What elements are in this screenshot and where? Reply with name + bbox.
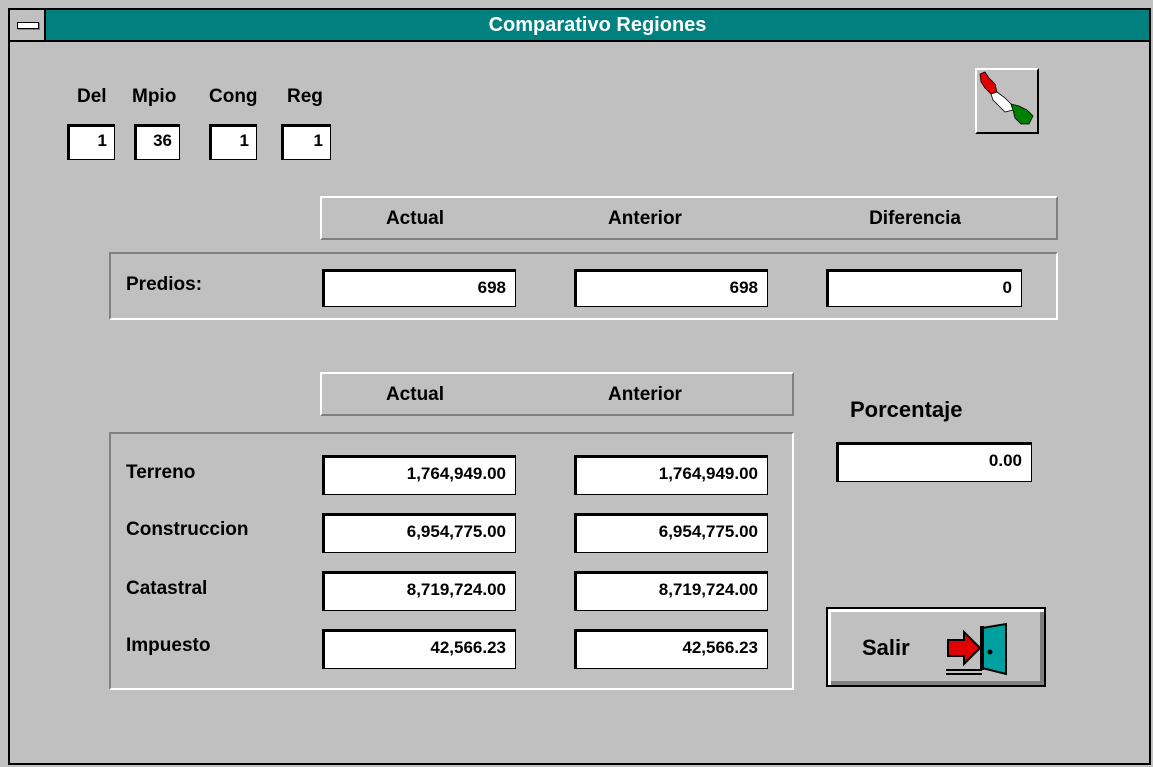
predios-diferencia-field[interactable]: 0 — [826, 269, 1022, 307]
terreno-actual-field[interactable]: 1,764,949.00 — [322, 455, 516, 495]
construccion-actual-field[interactable]: 6,954,775.00 — [322, 513, 516, 553]
catastral-actual-field[interactable]: 8,719,724.00 — [322, 571, 516, 611]
cong-label: Cong — [209, 86, 258, 107]
mpio-field[interactable]: 36 — [134, 124, 180, 160]
salir-button[interactable]: Salir — [826, 607, 1046, 687]
catastral-label: Catastral — [126, 578, 208, 599]
del-label: Del — [77, 86, 107, 107]
mpio-label: Mpio — [132, 86, 177, 107]
porcentaje-field[interactable]: 0.00 — [836, 442, 1032, 482]
map-flag-logo — [975, 68, 1039, 134]
construccion-anterior-field[interactable]: 6,954,775.00 — [574, 513, 768, 553]
salir-label: Salir — [862, 635, 910, 660]
impuesto-anterior-field[interactable]: 42,566.23 — [574, 629, 768, 669]
terreno-label: Terreno — [126, 462, 196, 483]
reg-field[interactable]: 1 — [281, 124, 331, 160]
construccion-label: Construccion — [126, 519, 249, 540]
predios-actual-field[interactable]: 698 — [322, 269, 516, 307]
valores-col-actual: Actual — [385, 384, 445, 405]
impuesto-actual-field[interactable]: 42,566.23 — [322, 629, 516, 669]
del-field[interactable]: 1 — [67, 124, 115, 160]
valores-col-anterior: Anterior — [608, 384, 682, 405]
impuesto-label: Impuesto — [126, 635, 211, 656]
system-menu-icon — [17, 22, 39, 29]
predios-col-anterior: Anterior — [608, 208, 682, 229]
exit-door-icon — [946, 622, 1007, 676]
porcentaje-label: Porcentaje — [850, 397, 963, 422]
predios-anterior-field[interactable]: 698 — [574, 269, 768, 307]
predios-col-actual: Actual — [385, 208, 445, 229]
catastral-anterior-field[interactable]: 8,719,724.00 — [574, 571, 768, 611]
title-bar[interactable]: Comparativo Regiones — [10, 10, 1149, 42]
reg-label: Reg — [287, 86, 323, 107]
predios-col-diferencia: Diferencia — [869, 208, 961, 229]
map-logo-icon — [979, 71, 1034, 125]
system-menu-button[interactable] — [10, 10, 46, 40]
predios-label: Predios: — [126, 274, 203, 295]
terreno-anterior-field[interactable]: 1,764,949.00 — [574, 455, 768, 495]
window-title: Comparativo Regiones — [488, 14, 707, 36]
cong-field[interactable]: 1 — [209, 124, 257, 160]
